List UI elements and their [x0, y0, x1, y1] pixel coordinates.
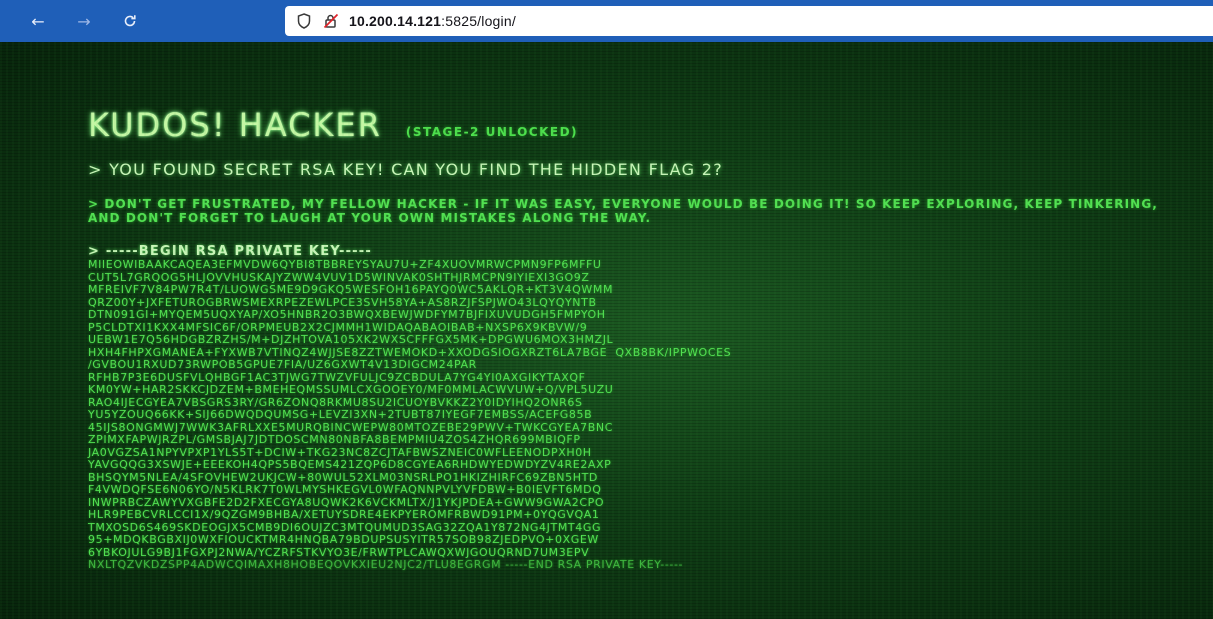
found-key-message: > YOU FOUND SECRET RSA KEY! CAN YOU FIND… [88, 160, 723, 179]
shield-icon[interactable] [297, 13, 311, 29]
rsa-key-line: YAVGQQG3XSWJE+EEEKOH4QPS5BQEMS421ZQP6D8C… [88, 458, 612, 471]
rsa-key-block: > -----BEGIN RSA PRIVATE KEY----- MIIEOW… [88, 245, 1198, 572]
content-column: KUDOS! HACKER (STAGE-2 UNLOCKED) > YOU F… [88, 106, 1198, 572]
url-text[interactable]: 10.200.14.121:5825/login/ [349, 13, 516, 29]
forward-arrow-icon[interactable]: → [70, 7, 98, 35]
reload-icon[interactable] [116, 7, 144, 35]
rsa-key-line: ZPIMXFAPWJRZPL/GMSBJAJ7JDTDOSCMN80NBFA8B… [88, 433, 581, 446]
browser-toolbar: ← → 10.200.14.121:5825/login/ [0, 0, 1213, 42]
rsa-key-line: YU5YZOUQ66KK+SIJ66DWQDQUMSG+LEVZI3XN+2TU… [88, 408, 593, 421]
rsa-key-line: /GVBOU1RXUD73RWPOB5GPUE7FIA/UZ6GXWT4V13D… [88, 358, 477, 371]
rsa-key-line: KM0YW+HAR2SKKCJDZEM+BMEHEQMSSUMLCXGOOEY0… [88, 383, 614, 396]
encouragement-paragraph: > DON'T GET FRUSTRATED, MY FELLOW HACKER… [88, 197, 1158, 225]
rsa-key-line: NXLTQZVKDZSPP4ADWCQIMAXH8HOBEQOVKXIEU2NJ… [88, 558, 684, 571]
url-bar[interactable]: 10.200.14.121:5825/login/ [285, 6, 1213, 36]
rsa-key-line: F4VWDQFSE6N06YO/N5KLRK7T0WLMYSHKEGVL0WFA… [88, 483, 602, 496]
url-path: :5825/login/ [441, 13, 516, 29]
rsa-key-line: MFREIVF7V84PW7R4T/LUOWGSME9D9GKQ5WESFOH1… [88, 283, 614, 296]
rsa-key-line: HLR9PEBCVRLCCI1X/9QZGM9BHBA/XETUYSDRE4EK… [88, 508, 600, 521]
rsa-key-line: DTN091GI+MYQEM5UQXYAP/XO5HNBR2O3BWQXBEWJ… [88, 308, 606, 321]
insecure-lock-icon[interactable] [323, 13, 339, 29]
url-host: 10.200.14.121 [349, 13, 442, 29]
rsa-key-header: > -----BEGIN RSA PRIVATE KEY----- [88, 244, 372, 259]
rsa-key-line: 95+MDQKBGBXIJ0WXFIOUCKTMR4HNQBA79BDUPSUS… [88, 533, 599, 546]
title-row: KUDOS! HACKER (STAGE-2 UNLOCKED) [88, 106, 1198, 144]
page-title: KUDOS! HACKER [88, 106, 382, 144]
rsa-key-line: MIIEOWIBAAKCAQEA3EFMVDW6QYBI8TBBREYSYAU7… [88, 258, 602, 271]
page-content: KUDOS! HACKER (STAGE-2 UNLOCKED) > YOU F… [0, 42, 1213, 619]
rsa-key-lines: MIIEOWIBAAKCAQEA3EFMVDW6QYBI8TBBREYSYAU7… [88, 258, 1198, 572]
back-arrow-icon[interactable]: ← [24, 7, 52, 35]
rsa-key-line: UEBW1E7Q56HDGBZRZHS/M+DJZHTOVA105XK2WXSC… [88, 333, 614, 346]
stage-subtitle: (STAGE-2 UNLOCKED) [405, 125, 579, 139]
